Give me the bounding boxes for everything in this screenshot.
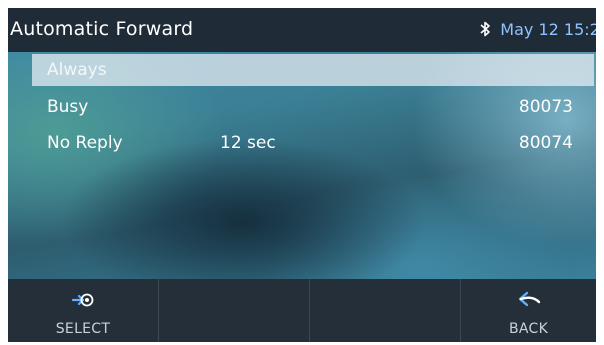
softkey-empty-2[interactable] [159, 279, 310, 342]
list-item-delay: 12 sec [220, 133, 276, 153]
list-item-busy[interactable]: Busy 80073 [32, 91, 594, 123]
list-item-label: Busy [47, 97, 89, 117]
softkey-bar: SELECT BACK [8, 279, 596, 342]
list-item-no-reply[interactable]: No Reply 12 sec 80074 [32, 127, 594, 159]
softkey-empty-3[interactable] [310, 279, 461, 342]
date-time: May 12 15:29 [500, 20, 596, 39]
title-bar: Automatic Forward May 12 15:29 [8, 8, 596, 52]
back-arrow-icon [518, 291, 540, 307]
list-item-number: 80074 [518, 133, 573, 153]
list-item-always[interactable]: Always [32, 54, 594, 86]
softkey-label: SELECT [55, 321, 111, 337]
list-item-number: 80073 [518, 97, 573, 117]
list-item-label: Always [47, 60, 107, 80]
bluetooth-icon [480, 21, 491, 37]
back-softkey[interactable]: BACK [461, 279, 596, 342]
softkey-label: BACK [508, 321, 549, 337]
forward-list: Always Busy 80073 No Reply 12 sec 80074 [8, 52, 596, 279]
list-item-label: No Reply [47, 133, 123, 153]
select-softkey[interactable]: SELECT [8, 279, 159, 342]
select-arrow-icon [71, 293, 94, 307]
status-area: May 12 15:29 [478, 20, 596, 39]
page-title: Automatic Forward [10, 18, 194, 40]
phone-screen: Automatic Forward May 12 15:29 Always Bu… [8, 8, 596, 342]
